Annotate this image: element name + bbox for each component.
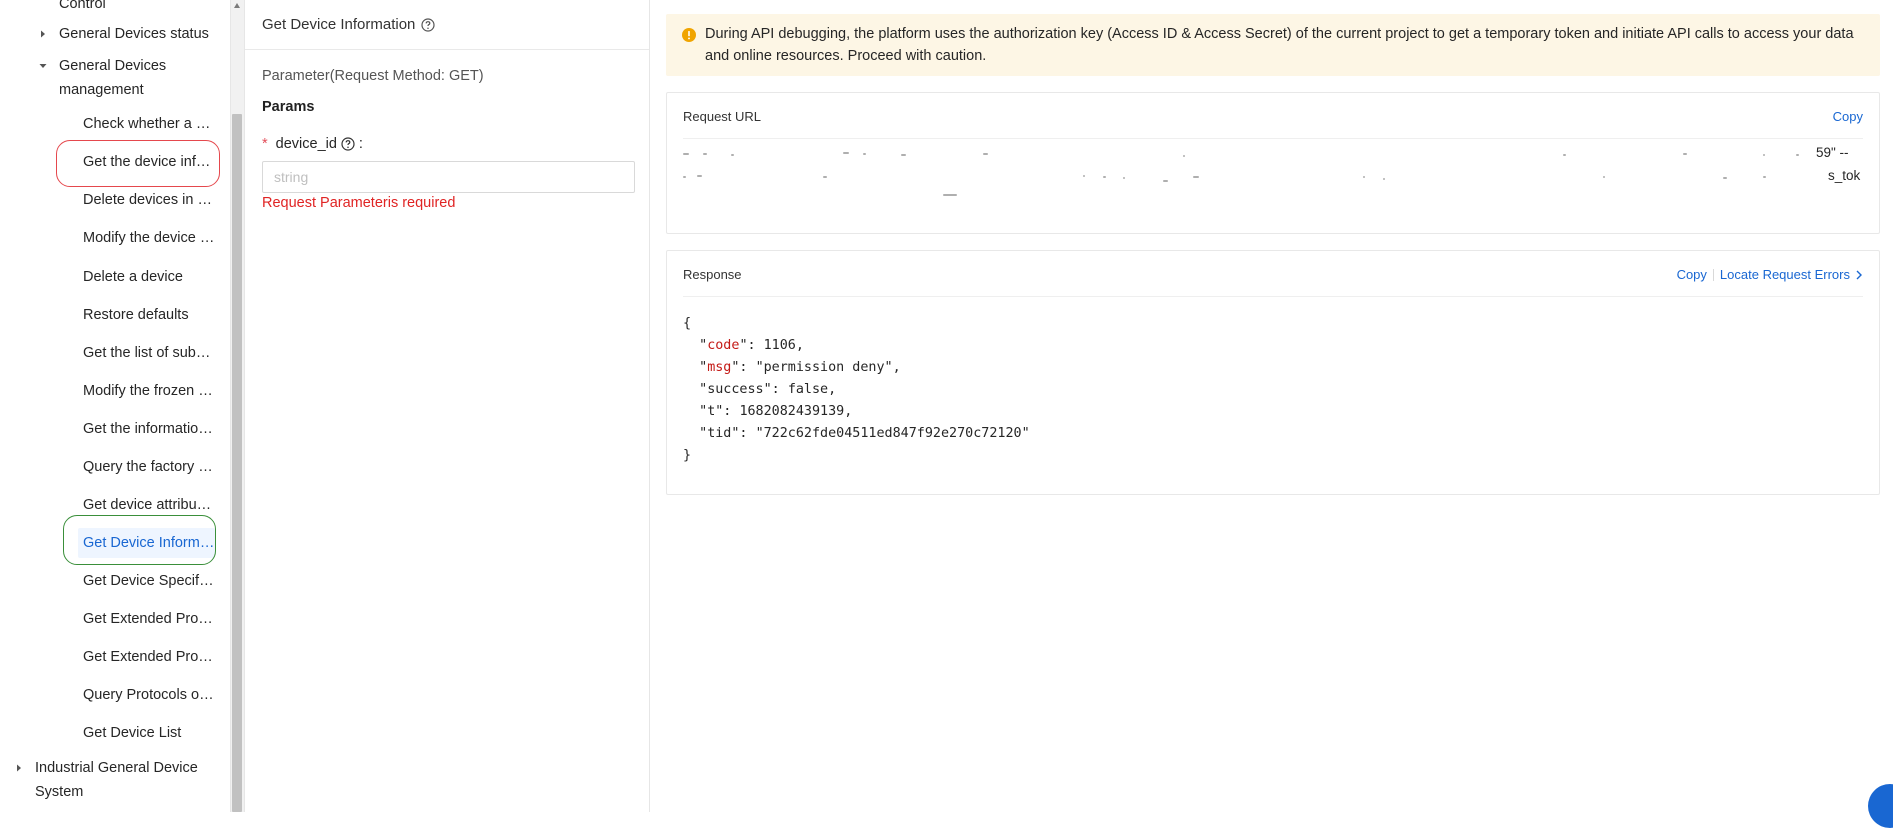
- sidebar-item-delete-devices-batch[interactable]: Delete devices in batches: [78, 185, 215, 215]
- sidebar-item-get-device-info[interactable]: Get the device information: [78, 147, 215, 177]
- tree-group-industrial-general-device[interactable]: Industrial General Device: [35, 756, 198, 780]
- tree-group-industrial-general-device-line2: System: [35, 784, 84, 800]
- warning-notice-text: During API debugging, the platform uses …: [705, 26, 1854, 64]
- params-heading: Params: [262, 99, 315, 115]
- sidebar-item-get-device-list[interactable]: Get Device List: [78, 718, 215, 748]
- validation-error-text: Request Parameteris required: [262, 195, 456, 211]
- sidebar-item-restore-defaults[interactable]: Restore defaults: [78, 300, 215, 330]
- json-value-code: 1106: [763, 338, 796, 353]
- tree-group-general-devices-status[interactable]: General Devices status: [59, 22, 209, 46]
- caret-right-icon[interactable]: [14, 763, 24, 773]
- request-url-card: Request URL Copy 59" -- s_tok: [666, 92, 1880, 234]
- sidebar-item-get-device-specifications[interactable]: Get Device Specifications: [78, 566, 215, 596]
- response-title: Response: [683, 267, 742, 282]
- required-asterisk: *: [262, 136, 268, 152]
- json-key-tid: tid: [707, 426, 732, 441]
- json-brace: {: [683, 316, 692, 331]
- json-key-msg: msg: [707, 360, 732, 375]
- copy-url-button[interactable]: Copy: [1833, 109, 1863, 124]
- api-tree-sidebar: Control General Devices status General D…: [0, 0, 230, 812]
- response-json: { "code": 1106, "msg": "permission deny"…: [683, 316, 1030, 463]
- response-card: Response Copy Locate Request Errors { "c…: [666, 250, 1880, 495]
- sidebar-item-modify-device-name[interactable]: Modify the device name: [78, 223, 215, 253]
- sidebar-item-get-extended-properties-value[interactable]: Get Extended Properties Value: [78, 642, 215, 672]
- device-id-label-text: device_id: [275, 136, 337, 152]
- tree-item-control-partial[interactable]: Control: [59, 0, 106, 16]
- sidebar-item-get-info-of-devices[interactable]: Get the information of devices: [78, 414, 215, 444]
- sidebar-scrollbar-thumb[interactable]: [232, 114, 242, 812]
- help-circle-icon[interactable]: [341, 137, 355, 151]
- device-id-label: * device_id :: [262, 136, 363, 152]
- caret-down-icon[interactable]: [38, 61, 48, 71]
- sidebar-item-get-device-information-active[interactable]: Get Device Information: [78, 528, 215, 558]
- help-circle-icon[interactable]: [421, 17, 436, 32]
- label-colon: :: [358, 136, 363, 152]
- panel-header: Get Device Information: [245, 0, 649, 50]
- json-key-t: t: [707, 404, 716, 419]
- sidebar-item-delete-device[interactable]: Delete a device: [78, 262, 215, 292]
- divider: [1712, 268, 1714, 281]
- scroll-up-arrow-icon[interactable]: [234, 3, 240, 8]
- panel-title: Get Device Information: [262, 16, 416, 33]
- sidebar-item-modify-frozen-state[interactable]: Modify the frozen state: [78, 376, 215, 406]
- sidebar-item-get-extended-properties[interactable]: Get Extended Properties: [78, 604, 215, 634]
- json-brace: }: [683, 448, 692, 463]
- json-value-t: 1682082439139: [739, 404, 845, 419]
- request-url-title: Request URL: [683, 109, 762, 124]
- json-value-tid: "722c62fde04511ed847f92e270c72120": [755, 426, 1030, 441]
- sidebar-item-get-device-attributes[interactable]: Get device attributes: [78, 490, 215, 520]
- warning-notice: During API debugging, the platform uses …: [666, 14, 1880, 76]
- caret-right-icon[interactable]: [38, 29, 48, 39]
- json-key-success: success: [707, 382, 764, 397]
- sidebar-item-query-protocols[interactable]: Query Protocols of Devices: [78, 680, 215, 710]
- sidebar-item-check-device-exists[interactable]: Check whether a device exists: [78, 109, 215, 139]
- request-url-header: Request URL Copy: [683, 93, 1863, 139]
- json-value-msg: "permission deny": [755, 360, 893, 375]
- device-id-input[interactable]: [262, 161, 635, 193]
- warning-exclamation-icon: [682, 28, 696, 42]
- request-params-panel: Get Device Information Parameter(Request…: [244, 0, 650, 812]
- json-key-code: code: [707, 338, 740, 353]
- url-visible-fragment: s_tok: [1828, 168, 1861, 183]
- url-visible-fragment: 59" --: [1816, 145, 1849, 160]
- request-method-caption: Parameter(Request Method: GET): [262, 68, 484, 84]
- json-value-success: false: [787, 382, 829, 397]
- debug-result-panel: During API debugging, the platform uses …: [651, 0, 1893, 812]
- sidebar-item-query-factory-info[interactable]: Query the factory information: [78, 452, 215, 482]
- locate-request-errors-link[interactable]: Locate Request Errors: [1720, 267, 1850, 282]
- request-url-redacted-text: 59" -- s_tok: [683, 145, 1863, 219]
- sidebar-item-get-sub-devices[interactable]: Get the list of sub-devices: [78, 338, 215, 368]
- copy-response-button[interactable]: Copy: [1677, 267, 1707, 282]
- response-header: Response Copy Locate Request Errors: [683, 251, 1863, 297]
- chevron-right-icon[interactable]: [1855, 270, 1863, 280]
- tree-group-general-devices-management[interactable]: General Devices management: [59, 54, 209, 102]
